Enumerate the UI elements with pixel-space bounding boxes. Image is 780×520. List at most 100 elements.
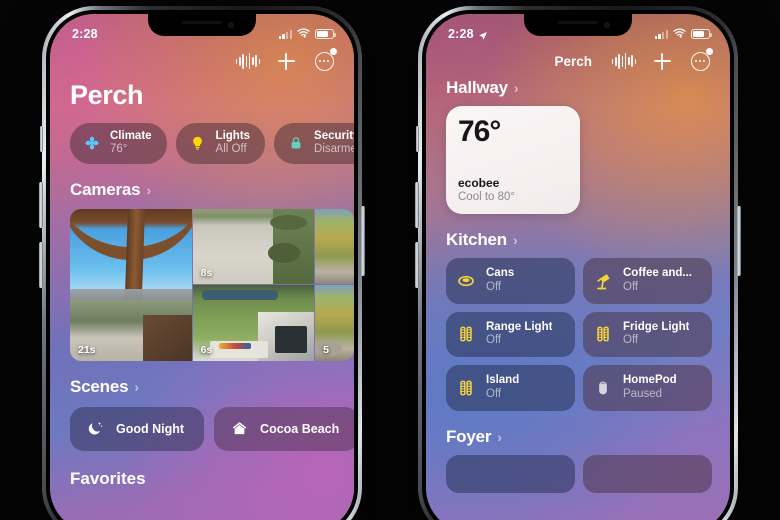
accessory-tile-fridge-light[interactable]: Fridge Light Off: [583, 311, 712, 358]
right-phone: 2:28 Perch Hallway › 76° ecobee Cool to …: [415, 6, 741, 520]
moon-stars-icon: [85, 419, 105, 439]
chevron-right-icon: ›: [134, 378, 139, 395]
tile-state: Off: [486, 280, 502, 293]
camera-grid[interactable]: 21s 8s 6s 5: [70, 208, 354, 361]
accessory-tile-range-light[interactable]: Range Light Off: [446, 311, 575, 358]
camera-timestamp: 5: [323, 343, 329, 356]
section-heading: Foyer: [446, 426, 492, 446]
climate-fan-icon: [82, 133, 102, 153]
camera-column: 8s 6s: [192, 208, 315, 361]
status-chip-security[interactable]: Security Disarmed: [274, 123, 354, 164]
notification-badge: [330, 48, 337, 55]
waveform-icon[interactable]: [235, 49, 261, 73]
chip-name: Lights: [215, 130, 251, 142]
status-chip-climate[interactable]: Climate 76°: [70, 123, 167, 164]
status-time: 2:28: [72, 27, 98, 41]
left-phone-volume-up[interactable]: [39, 182, 43, 228]
homepod-icon: [593, 378, 613, 398]
wifi-icon: [297, 25, 310, 43]
cameras-heading: Cameras: [70, 179, 141, 199]
accessory-tile-coffee[interactable]: Coffee and... Off: [583, 258, 712, 304]
scenes-row[interactable]: Good Night Cocoa Beach: [50, 397, 354, 451]
left-status-left: 2:28: [72, 27, 98, 41]
left-phone-screen: 2:28 Perch Climate 76° Lights All Off Se…: [50, 14, 354, 520]
chevron-right-icon: ›: [497, 428, 502, 445]
left-phone-notch: [148, 14, 256, 36]
cameras-section-header[interactable]: Cameras ›: [50, 164, 354, 200]
accessory-tile-foyer-2[interactable]: [583, 454, 712, 493]
right-phone-power-button[interactable]: [737, 206, 741, 276]
light-icon: [593, 464, 613, 484]
tile-name: HomePod: [623, 374, 677, 387]
chevron-right-icon: ›: [512, 232, 518, 248]
thermostat-name: ecobee: [458, 176, 500, 190]
left-phone-volume-down[interactable]: [39, 242, 43, 288]
camera-tile-side-yard[interactable]: 5: [315, 285, 354, 361]
right-toolbar: Perch: [426, 44, 730, 78]
earpiece-speaker: [182, 21, 222, 24]
chip-name: Security: [314, 130, 354, 142]
kitchen-tile-grid[interactable]: Cans Off Coffee and... Off Range Light O…: [426, 250, 730, 411]
scene-label: Good Night: [116, 421, 185, 436]
accessory-tile-homepod[interactable]: HomePod Paused: [583, 365, 712, 411]
accessory-tile-foyer-1[interactable]: [446, 454, 575, 493]
right-phone-volume-up[interactable]: [415, 182, 419, 228]
plus-icon[interactable]: [274, 49, 298, 73]
section-header-foyer[interactable]: Foyer ›: [426, 411, 730, 447]
front-camera-icon: [604, 22, 610, 28]
earpiece-speaker: [558, 21, 598, 24]
tile-state: Off: [623, 280, 639, 293]
status-chip-row[interactable]: Climate 76° Lights All Off Securit Disar…: [50, 111, 354, 164]
tile-state: Off: [486, 334, 502, 347]
camera-thumbnail: [315, 208, 354, 285]
left-phone-power-button[interactable]: [361, 206, 365, 276]
foyer-tile-grid[interactable]: [426, 447, 730, 493]
chip-value: Disarmed: [314, 143, 354, 156]
section-heading: Hallway: [446, 78, 508, 97]
wifi-icon: [673, 25, 686, 43]
light-strip-icon: [593, 324, 613, 344]
front-camera-icon: [228, 22, 234, 28]
tile-state: Paused: [623, 387, 663, 400]
page-title: Perch: [70, 80, 144, 110]
status-time: 2:28: [448, 27, 474, 41]
camera-tile-front-door[interactable]: 21s: [70, 208, 192, 361]
accessory-tile-cans[interactable]: Cans Off: [446, 258, 575, 304]
tile-name: Range Light: [486, 320, 553, 333]
house-icon: [229, 419, 249, 439]
right-phone-notch: [524, 14, 632, 36]
camera-tile-side-yard-top[interactable]: [315, 208, 354, 285]
scene-cocoa-beach[interactable]: Cocoa Beach: [214, 406, 354, 451]
right-phone-volume-down[interactable]: [415, 242, 419, 288]
tile-state: Off: [486, 387, 502, 400]
right-phone-screen: 2:28 Perch Hallway › 76° ecobee Cool to …: [426, 14, 730, 520]
ellipsis-circle-icon[interactable]: [688, 48, 713, 73]
accessory-tile-island[interactable]: Island Off: [446, 365, 575, 411]
camera-tile-backyard[interactable]: 6s: [192, 285, 315, 361]
left-content[interactable]: Perch Climate 76° Lights All Off Securit…: [50, 74, 354, 520]
light-strip-icon: [456, 378, 476, 398]
right-phone-silent-switch[interactable]: [416, 126, 419, 152]
plus-icon[interactable]: [650, 49, 674, 73]
scenes-section-header[interactable]: Scenes ›: [50, 361, 354, 397]
thermostat-tile[interactable]: 76° ecobee Cool to 80°: [446, 106, 580, 214]
chip-value: 76°: [110, 143, 128, 156]
tile-name: Island: [486, 374, 520, 387]
waveform-icon[interactable]: [611, 49, 637, 73]
right-content[interactable]: Hallway › 76° ecobee Cool to 80° Kitchen…: [426, 72, 730, 520]
ellipsis-circle-icon[interactable]: [312, 48, 337, 73]
camera-thumbnail: [70, 208, 192, 361]
left-phone-silent-switch[interactable]: [40, 126, 43, 152]
right-status-right: [654, 25, 712, 43]
battery-icon: [691, 29, 712, 39]
desk-lamp-icon: [593, 271, 613, 291]
notification-badge: [706, 48, 713, 55]
thermostat-temperature: 76°: [458, 115, 501, 148]
camera-timestamp: 6s: [200, 343, 213, 356]
camera-tile-driveway[interactable]: 8s: [192, 208, 315, 285]
status-chip-lights[interactable]: Lights All Off: [175, 123, 266, 164]
section-header-kitchen[interactable]: Kitchen ›: [426, 214, 730, 250]
chevron-right-icon: ›: [146, 181, 151, 198]
camera-timestamp: 21s: [78, 343, 96, 356]
scene-good-night[interactable]: Good Night: [70, 406, 205, 451]
